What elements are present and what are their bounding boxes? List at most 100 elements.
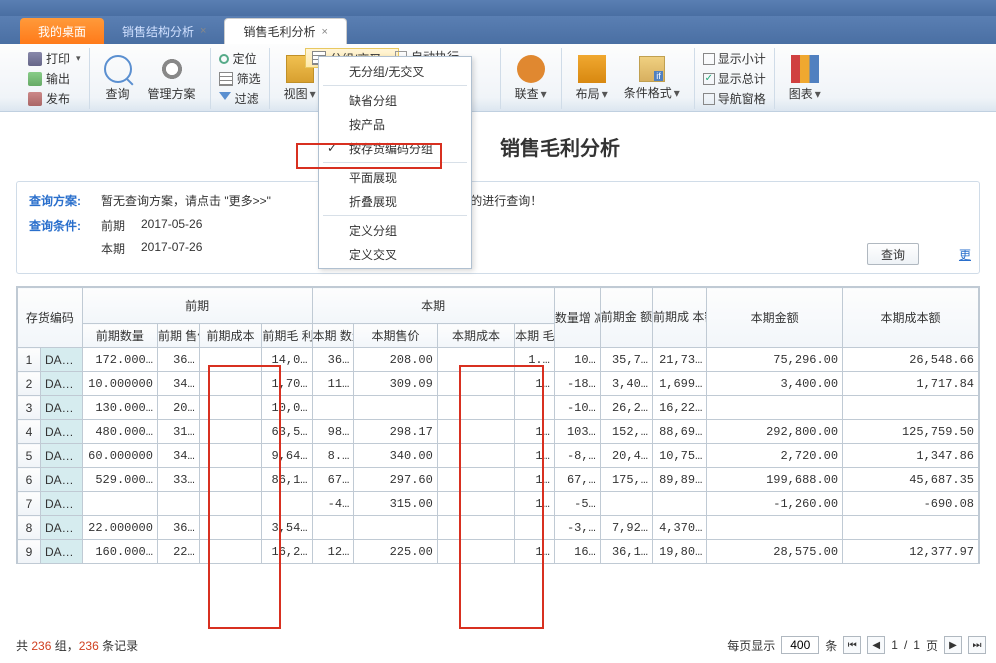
th-cur-amt[interactable]: 本期金额 (707, 288, 843, 348)
cell-cur-profit: 1… (515, 468, 555, 492)
menu-default-group[interactable]: 缺省分组 (319, 88, 471, 112)
th-prev-price[interactable]: 前期 售价 (157, 324, 199, 348)
more-link[interactable]: 更 (959, 246, 971, 263)
th-prev-cost[interactable]: 前期成本 (199, 324, 262, 348)
chart-button[interactable]: 图表▾ (783, 48, 827, 109)
per-page-input[interactable] (781, 636, 819, 654)
cell-prev-profit: 86,1… (262, 468, 312, 492)
menu-flat-display[interactable]: 平面展现 (319, 165, 471, 189)
prev-page-button[interactable]: ◀ (867, 636, 885, 654)
cell-cur-qty: 67… (312, 468, 354, 492)
cell-cur-qty: 8.… (312, 444, 354, 468)
cell-cur-profit: 1… (515, 492, 555, 516)
menu-define-group[interactable]: 定义分组 (319, 218, 471, 242)
cell-cur-cost (437, 372, 514, 396)
th-cur-price[interactable]: 本期售价 (354, 324, 438, 348)
last-page-button[interactable]: ⏭ (968, 636, 986, 654)
next-page-button[interactable]: ▶ (944, 636, 962, 654)
link-query-button[interactable]: 联查▾ (509, 48, 553, 109)
cell-prev-cost-amt: 10,75… (652, 444, 706, 468)
cell-prev-cost-amt: 16,22… (652, 396, 706, 420)
menu-by-stock-code[interactable]: 按存货编码分组 (319, 136, 471, 160)
th-prev-cost-amt[interactable]: 前期成 本额 (652, 288, 706, 348)
cell-cur-profit: 1… (515, 420, 555, 444)
menu-by-product[interactable]: 按产品 (319, 112, 471, 136)
cond-format-button[interactable]: 条件格式▾ (618, 48, 686, 109)
cell-prev-qty (82, 492, 157, 516)
th-cur-profit[interactable]: 本期 毛利 (515, 324, 555, 348)
tab-sales-structure[interactable]: 销售结构分析× (104, 18, 224, 44)
print-icon (28, 52, 42, 66)
table-row[interactable]: 3DA…130.000…20…10,0…-10…26,2…16,22… (18, 396, 979, 420)
cell-prev-price: 36… (157, 516, 199, 540)
menu-no-group[interactable]: 无分组/无交叉 (319, 59, 471, 83)
cell-prev-cost-amt: 4,370… (652, 516, 706, 540)
table-row[interactable]: 1DA…172.000…36…14,0…36…208.001.…10…35,7…… (18, 348, 979, 372)
th-prev-qty[interactable]: 前期数量 (82, 324, 157, 348)
table-row[interactable]: 4DA…480.000…31…63,5…98…298.171…103…152,…… (18, 420, 979, 444)
row-number: 3 (18, 396, 41, 420)
cell-cur-cost (437, 516, 514, 540)
cell-profit: -18… (554, 372, 600, 396)
cell-cur-profit: 1.… (515, 348, 555, 372)
chart-icon (791, 55, 819, 83)
tab-sales-gross-profit[interactable]: 销售毛利分析× (224, 18, 346, 44)
row-number: 5 (18, 444, 41, 468)
query-button[interactable]: 查询 (98, 48, 138, 109)
cell-prev-amt: 152,… (600, 420, 652, 444)
filter-opt-button[interactable]: 筛选 (219, 70, 261, 88)
layout-button[interactable]: 布局▾ (570, 48, 614, 109)
cond-format-icon (639, 56, 665, 82)
export-button[interactable]: 输出 (28, 70, 81, 88)
subtotal-checkbox[interactable] (703, 53, 715, 65)
cell-cur-qty: 36… (312, 348, 354, 372)
total-label: 显示总计 (718, 70, 766, 87)
total-checkbox[interactable]: ✓ (703, 73, 715, 85)
table-row[interactable]: 8DA…22.00000036…3,54…-3,…7,92…4,370… (18, 516, 979, 540)
th-cur-cost[interactable]: 本期成本 (437, 324, 514, 348)
close-icon[interactable]: × (321, 26, 327, 38)
navpane-checkbox[interactable] (703, 93, 715, 105)
subtotal-label: 显示小计 (718, 50, 766, 67)
menu-fold-display[interactable]: 折叠展现 (319, 189, 471, 213)
th-qty-effect[interactable]: 数量增 减及成 本影响 (554, 288, 600, 348)
th-prev-amt[interactable]: 前期金 额 (600, 288, 652, 348)
prev-period-label: 前期 (101, 217, 131, 234)
th-prev[interactable]: 前期 (82, 288, 312, 324)
locate-button[interactable]: 定位 (219, 50, 261, 68)
print-button[interactable]: 打印▾ (28, 50, 81, 68)
cell-profit: -3,… (554, 516, 600, 540)
query-submit-button[interactable]: 查询 (867, 243, 919, 265)
table-row[interactable]: 2DA…10.00000034…1,70…11…309.091…-18…3,40… (18, 372, 979, 396)
first-page-button[interactable]: ⏮ (843, 636, 861, 654)
table-row[interactable]: 9DA…160.000…22…16,2…12…225.001…16…36,1…1… (18, 540, 979, 564)
cell-prev-amt: 36,1… (600, 540, 652, 564)
cell-prev-price: 36… (157, 348, 199, 372)
locate-icon (219, 54, 229, 64)
th-cur[interactable]: 本期 (312, 288, 554, 324)
publish-button[interactable]: 发布 (28, 90, 81, 108)
table-row[interactable]: 7DA…-4…315.001…-5…-1,260.00-690.08 (18, 492, 979, 516)
cell-prev-price: 31… (157, 420, 199, 444)
th-prev-profit[interactable]: 前期毛 利 (262, 324, 312, 348)
table-row[interactable]: 5DA…60.00000034…9,64…8.…340.001…-8,…20,4… (18, 444, 979, 468)
cell-cur-price: 340.00 (354, 444, 438, 468)
cell-prev-cost-amt: 89,89… (652, 468, 706, 492)
group-dropdown-menu: 无分组/无交叉 缺省分组 按产品 按存货编码分组 平面展现 折叠展现 定义分组 … (318, 56, 472, 269)
th-stock-code[interactable]: 存货编码 (18, 288, 83, 348)
cell-profit: -10… (554, 396, 600, 420)
manage-plan-button[interactable]: 管理方案 (142, 48, 202, 109)
cell-prev-qty: 10.000000 (82, 372, 157, 396)
row-number: 7 (18, 492, 41, 516)
filter-button[interactable]: 过滤 (219, 90, 261, 108)
cell-prev-amt: 3,40… (600, 372, 652, 396)
cell-cur-price: 225.00 (354, 540, 438, 564)
cell-cur-cost (437, 540, 514, 564)
close-icon[interactable]: × (200, 25, 206, 37)
menu-define-cross[interactable]: 定义交叉 (319, 242, 471, 266)
cell-prev-cost (199, 348, 262, 372)
table-row[interactable]: 6DA…529.000…33…86,1…67…297.601…67,…175,…… (18, 468, 979, 492)
th-cur-cost-amt[interactable]: 本期成本额 (843, 288, 979, 348)
th-cur-qty[interactable]: 本期 数量 (312, 324, 354, 348)
tab-desktop[interactable]: 我的桌面 (20, 18, 104, 44)
